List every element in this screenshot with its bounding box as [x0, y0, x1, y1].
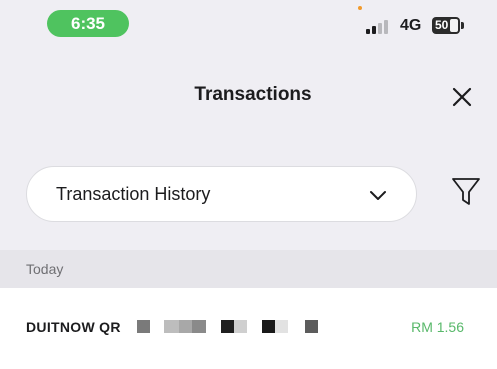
- dropdown-selected-value: Transaction History: [56, 184, 211, 204]
- transaction-type-dropdown[interactable]: Transaction History: [26, 166, 417, 222]
- battery-icon: 50: [432, 17, 460, 34]
- transaction-list: DUITNOW QR RM 1.56: [0, 288, 497, 369]
- close-button[interactable]: [449, 84, 475, 110]
- filter-button[interactable]: [451, 176, 481, 208]
- transaction-amount: RM 1.56: [411, 319, 464, 335]
- signal-strength-icon: [366, 19, 394, 34]
- network-type: 4G: [400, 17, 422, 34]
- transaction-reference-obscured: [137, 320, 337, 333]
- status-bar: 6:35 4G 50: [0, 0, 497, 46]
- privacy-indicator-dot: [358, 6, 362, 10]
- status-time: 6:35: [47, 10, 129, 37]
- chevron-down-icon: [370, 191, 386, 200]
- battery-tip: [461, 22, 464, 29]
- close-icon: [452, 87, 472, 107]
- section-header-today: Today: [0, 250, 497, 288]
- battery-level: 50: [435, 18, 449, 32]
- section-label: Today: [26, 261, 64, 277]
- transactions-screen: 6:35 4G 50 Transactions Transaction Hist…: [0, 0, 497, 369]
- transaction-row[interactable]: DUITNOW QR RM 1.56: [0, 288, 497, 369]
- filter-icon: [452, 178, 480, 205]
- page-title: Transactions: [194, 84, 312, 105]
- transaction-name: DUITNOW QR: [26, 319, 121, 335]
